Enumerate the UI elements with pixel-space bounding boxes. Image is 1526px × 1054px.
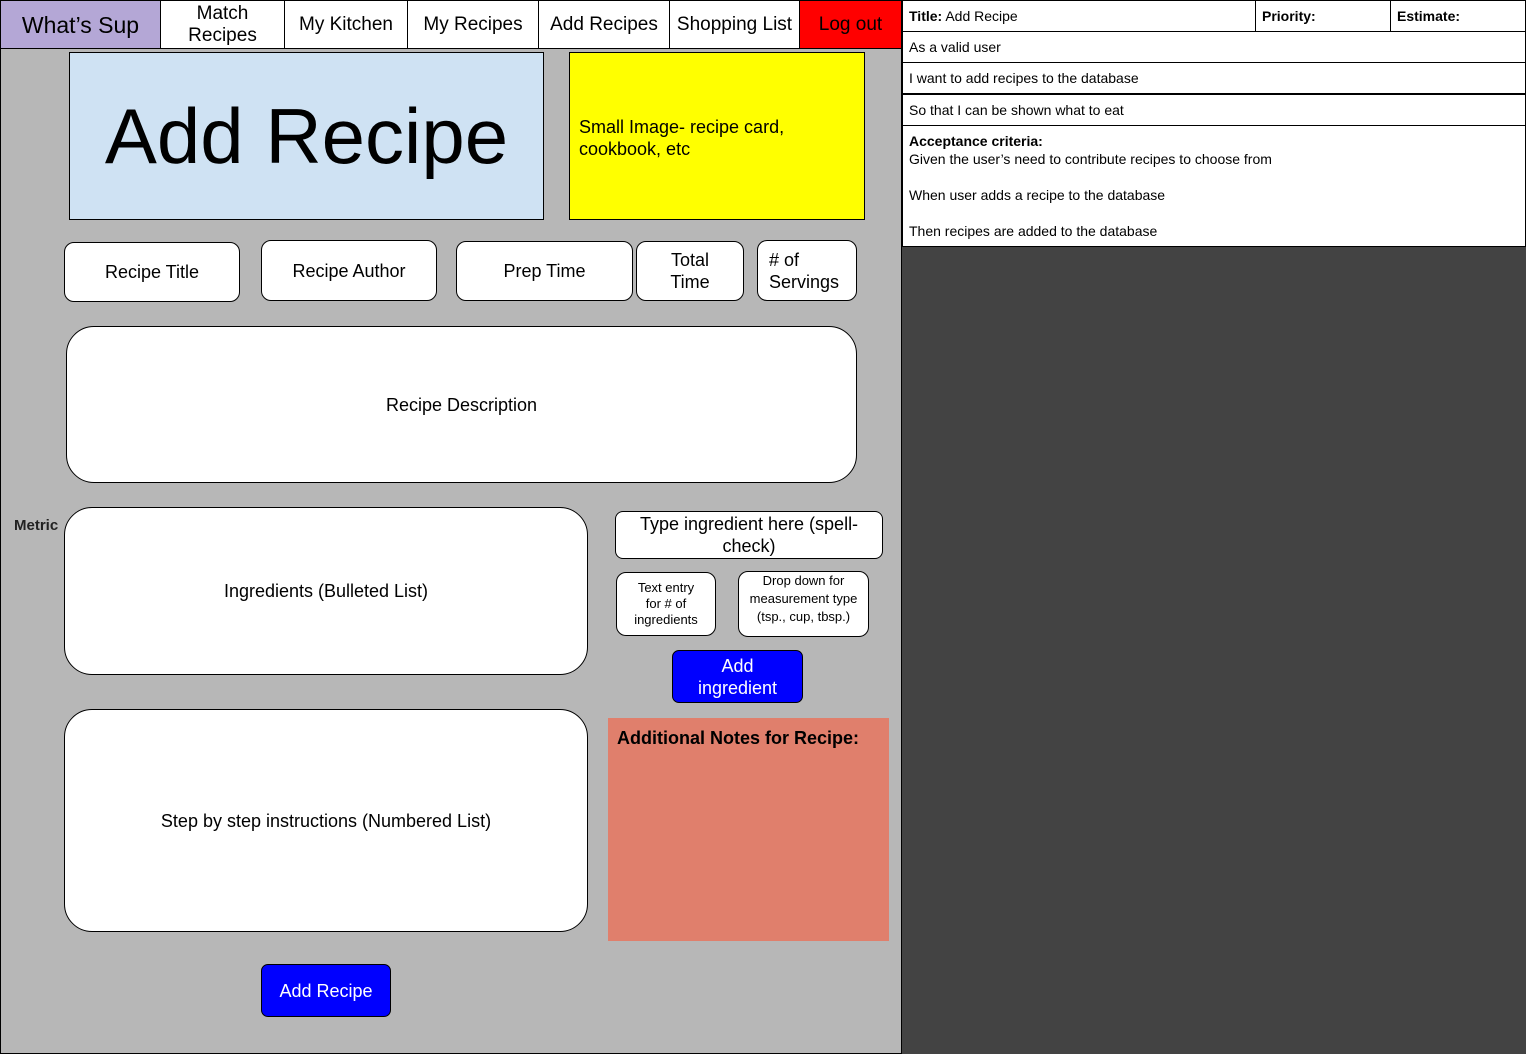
instructions-list[interactable]: Step by step instructions (Numbered List… [64,709,588,932]
story-as-a: As a valid user [902,31,1526,63]
story-so-that: So that I can be shown what to eat [902,94,1526,126]
add-ingredient-button[interactable]: Add ingredient [672,650,803,703]
story-title-cell: Title: Add Recipe [902,0,1256,32]
brand-logo[interactable]: What’s Sup [0,0,161,49]
nav-add-recipes[interactable]: Add Recipes [538,0,670,49]
measurement-dropdown[interactable]: Drop down for measurement type (tsp., cu… [738,571,869,637]
total-time-field[interactable]: Total Time [636,241,744,301]
prep-time-field[interactable]: Prep Time [456,241,633,301]
story-priority-cell: Priority: [1255,0,1391,32]
recipe-author-field[interactable]: Recipe Author [261,240,437,301]
ingredient-quantity-input[interactable]: Text entry for # of ingredients [616,572,716,636]
story-i-want: I want to add recipes to the database [902,62,1526,94]
acceptance-then: Then recipes are added to the database [909,223,1158,239]
story-title-value: Add Recipe [945,8,1018,24]
additional-notes-label: Additional Notes for Recipe: [617,728,860,748]
add-recipe-button[interactable]: Add Recipe [261,964,391,1017]
story-title-label: Title: [909,8,943,24]
nav-my-kitchen[interactable]: My Kitchen [284,0,408,49]
additional-notes-field[interactable]: Additional Notes for Recipe: [608,718,889,941]
recipe-title-field[interactable]: Recipe Title [64,242,240,302]
story-priority-label: Priority: [1262,8,1316,24]
page-title: Add Recipe [69,52,544,220]
nav-my-recipes[interactable]: My Recipes [407,0,539,49]
logout-button[interactable]: Log out [799,0,902,49]
acceptance-criteria-label: Acceptance criteria: [909,133,1043,149]
metric-label[interactable]: Metric [14,517,58,534]
image-placeholder: Small Image- recipe card, cookbook, etc [569,52,865,220]
servings-field[interactable]: # of Servings [757,240,857,301]
ingredients-list[interactable]: Ingredients (Bulleted List) [64,507,588,675]
recipe-description-field[interactable]: Recipe Description [66,326,857,483]
ingredient-input[interactable]: Type ingredient here (spell-check) [615,511,883,559]
acceptance-when: When user adds a recipe to the database [909,187,1166,203]
acceptance-criteria: Acceptance criteria: Given the user’s ne… [902,125,1526,247]
nav-shopping-list[interactable]: Shopping List [669,0,800,49]
acceptance-given: Given the user’s need to contribute reci… [909,151,1272,167]
story-estimate-label: Estimate: [1397,8,1461,24]
nav-match-recipes[interactable]: Match Recipes [160,0,285,49]
story-estimate-cell: Estimate: [1390,0,1526,32]
